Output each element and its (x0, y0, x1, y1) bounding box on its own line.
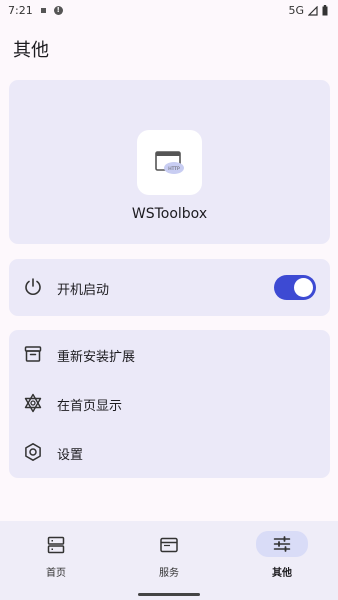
nav-icon-wrap (36, 533, 76, 557)
nav-label: 服务 (159, 568, 179, 579)
archive-box-icon (24, 346, 42, 362)
boot-setting-row[interactable]: 开机启动 (9, 259, 330, 316)
info-icon: ! (53, 6, 63, 15)
status-time: 7:21 (8, 4, 33, 17)
status-right: 5G (288, 4, 328, 17)
sliders-icon (273, 536, 291, 552)
nav-home[interactable]: 首页 (16, 531, 96, 581)
nav-label-active: 其他 (272, 568, 292, 579)
menu-item-settings[interactable]: 设置 (9, 428, 330, 478)
menu-card: 重新安装扩展 在首页显示 设置 (9, 330, 330, 478)
status-bar: 7:21 ! 5G (0, 0, 338, 22)
gear-icon (25, 443, 41, 461)
network-type: 5G (288, 4, 304, 17)
status-left: 7:21 ! (8, 4, 63, 17)
notification-square-icon (40, 8, 46, 13)
app-name: WSToolbox (131, 206, 208, 222)
menu-item-label: 重新安装扩展 (57, 350, 136, 365)
home-indicator[interactable] (138, 593, 200, 596)
page-title: 其他 (13, 40, 49, 61)
boot-toggle[interactable] (274, 275, 316, 300)
menu-item-reinstall[interactable]: 重新安装扩展 (9, 330, 330, 379)
nav-label: 首页 (46, 568, 66, 579)
menu-item-show-on-home[interactable]: 在首页显示 (9, 379, 330, 428)
app-info-card: HTTP WSToolbox (9, 80, 330, 244)
app-icon[interactable]: HTTP (137, 130, 202, 195)
nav-other[interactable]: 其他 (242, 531, 322, 581)
menu-item-label: 设置 (57, 448, 84, 463)
nav-services[interactable]: 服务 (129, 531, 209, 581)
toggle-knob (294, 278, 313, 297)
star-of-david-icon (24, 393, 42, 413)
server-icon (47, 536, 65, 554)
icon-badge-text: HTTP (168, 166, 180, 172)
signal-icon (308, 5, 318, 16)
nav-icon-wrap (149, 533, 189, 557)
battery-icon (322, 5, 328, 16)
browser-icon (160, 537, 178, 553)
power-icon (25, 278, 41, 295)
bottom-navigation: 首页 服务 其他 (0, 521, 338, 600)
nav-icon-wrap-active (256, 531, 308, 557)
boot-label: 开机启动 (57, 283, 110, 298)
browser-window-icon: HTTP (154, 150, 184, 174)
menu-item-label: 在首页显示 (57, 399, 123, 414)
